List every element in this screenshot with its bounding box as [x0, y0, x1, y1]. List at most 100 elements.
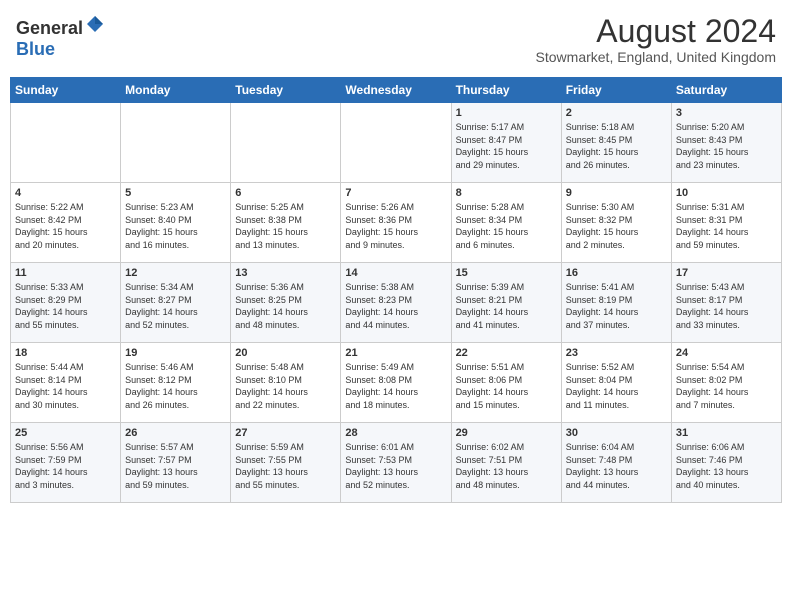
calendar-cell: 2 Sunrise: 5:18 AM Sunset: 8:45 PM Daylig…	[561, 103, 671, 183]
location-title: Stowmarket, England, United Kingdom	[536, 49, 776, 65]
day-info: Sunrise: 5:49 AM Sunset: 8:08 PM Dayligh…	[345, 361, 446, 411]
day-info: Sunrise: 5:20 AM Sunset: 8:43 PM Dayligh…	[676, 121, 777, 171]
day-info: Sunrise: 5:56 AM Sunset: 7:59 PM Dayligh…	[15, 441, 116, 491]
day-info: Sunrise: 5:25 AM Sunset: 8:38 PM Dayligh…	[235, 201, 336, 251]
calendar-cell: 26 Sunrise: 5:57 AM Sunset: 7:57 PM Dayli…	[121, 423, 231, 503]
day-number: 28	[345, 427, 446, 439]
day-info: Sunrise: 5:44 AM Sunset: 8:14 PM Dayligh…	[15, 361, 116, 411]
weekday-header-tuesday: Tuesday	[231, 78, 341, 103]
day-info: Sunrise: 5:26 AM Sunset: 8:36 PM Dayligh…	[345, 201, 446, 251]
day-info: Sunrise: 6:04 AM Sunset: 7:48 PM Dayligh…	[566, 441, 667, 491]
day-info: Sunrise: 5:46 AM Sunset: 8:12 PM Dayligh…	[125, 361, 226, 411]
day-info: Sunrise: 5:34 AM Sunset: 8:27 PM Dayligh…	[125, 281, 226, 331]
calendar-cell: 30 Sunrise: 6:04 AM Sunset: 7:48 PM Dayli…	[561, 423, 671, 503]
logo-blue: Blue	[16, 39, 55, 59]
day-info: Sunrise: 5:18 AM Sunset: 8:45 PM Dayligh…	[566, 121, 667, 171]
calendar-cell: 22 Sunrise: 5:51 AM Sunset: 8:06 PM Dayli…	[451, 343, 561, 423]
day-info: Sunrise: 6:02 AM Sunset: 7:51 PM Dayligh…	[456, 441, 557, 491]
day-info: Sunrise: 5:22 AM Sunset: 8:42 PM Dayligh…	[15, 201, 116, 251]
calendar-cell: 15Sunrise: 5:39 AM Sunset: 8:21 PM Dayli…	[451, 263, 561, 343]
calendar-cell: 24 Sunrise: 5:54 AM Sunset: 8:02 PM Dayli…	[671, 343, 781, 423]
day-info: Sunrise: 5:17 AM Sunset: 8:47 PM Dayligh…	[456, 121, 557, 171]
logo-icon	[85, 14, 105, 34]
calendar-cell	[11, 103, 121, 183]
day-info: Sunrise: 5:43 AM Sunset: 8:17 PM Dayligh…	[676, 281, 777, 331]
weekday-header-row: SundayMondayTuesdayWednesdayThursdayFrid…	[11, 78, 782, 103]
calendar-cell	[121, 103, 231, 183]
week-row-3: 11Sunrise: 5:33 AM Sunset: 8:29 PM Dayli…	[11, 263, 782, 343]
day-number: 27	[235, 427, 336, 439]
logo: General Blue	[16, 14, 105, 60]
day-number: 24	[676, 347, 777, 359]
weekday-header-monday: Monday	[121, 78, 231, 103]
weekday-header-wednesday: Wednesday	[341, 78, 451, 103]
calendar-cell: 4 Sunrise: 5:22 AM Sunset: 8:42 PM Daylig…	[11, 183, 121, 263]
day-number: 8	[456, 187, 557, 199]
day-number: 9	[566, 187, 667, 199]
weekday-header-friday: Friday	[561, 78, 671, 103]
day-number: 6	[235, 187, 336, 199]
day-number: 4	[15, 187, 116, 199]
month-title: August 2024	[536, 14, 776, 49]
calendar-cell: 25 Sunrise: 5:56 AM Sunset: 7:59 PM Dayli…	[11, 423, 121, 503]
day-info: Sunrise: 5:23 AM Sunset: 8:40 PM Dayligh…	[125, 201, 226, 251]
day-number: 30	[566, 427, 667, 439]
day-info: Sunrise: 5:57 AM Sunset: 7:57 PM Dayligh…	[125, 441, 226, 491]
calendar-cell: 11Sunrise: 5:33 AM Sunset: 8:29 PM Dayli…	[11, 263, 121, 343]
calendar-cell: 28 Sunrise: 6:01 AM Sunset: 7:53 PM Dayli…	[341, 423, 451, 503]
week-row-1: 1 Sunrise: 5:17 AM Sunset: 8:47 PM Daylig…	[11, 103, 782, 183]
logo-general: General	[16, 18, 83, 38]
day-number: 2	[566, 107, 667, 119]
day-info: Sunrise: 5:30 AM Sunset: 8:32 PM Dayligh…	[566, 201, 667, 251]
day-number: 22	[456, 347, 557, 359]
page-header: General Blue August 2024 Stowmarket, Eng…	[10, 10, 782, 69]
day-number: 18	[15, 347, 116, 359]
calendar-cell: 14 Sunrise: 5:38 AM Sunset: 8:23 PM Dayli…	[341, 263, 451, 343]
calendar-cell: 27 Sunrise: 5:59 AM Sunset: 7:55 PM Dayli…	[231, 423, 341, 503]
day-info: Sunrise: 5:54 AM Sunset: 8:02 PM Dayligh…	[676, 361, 777, 411]
calendar-cell: 17 Sunrise: 5:43 AM Sunset: 8:17 PM Dayli…	[671, 263, 781, 343]
week-row-5: 25 Sunrise: 5:56 AM Sunset: 7:59 PM Dayli…	[11, 423, 782, 503]
day-number: 3	[676, 107, 777, 119]
calendar-cell: 7 Sunrise: 5:26 AM Sunset: 8:36 PM Daylig…	[341, 183, 451, 263]
day-number: 14	[345, 267, 446, 279]
day-info: Sunrise: 5:48 AM Sunset: 8:10 PM Dayligh…	[235, 361, 336, 411]
calendar-cell: 6 Sunrise: 5:25 AM Sunset: 8:38 PM Daylig…	[231, 183, 341, 263]
day-number: 16	[566, 267, 667, 279]
calendar-cell: 10Sunrise: 5:31 AM Sunset: 8:31 PM Dayli…	[671, 183, 781, 263]
calendar-cell	[341, 103, 451, 183]
title-area: August 2024 Stowmarket, England, United …	[536, 14, 776, 65]
day-number: 13	[235, 267, 336, 279]
calendar-cell: 20 Sunrise: 5:48 AM Sunset: 8:10 PM Dayli…	[231, 343, 341, 423]
day-number: 25	[15, 427, 116, 439]
day-info: Sunrise: 5:36 AM Sunset: 8:25 PM Dayligh…	[235, 281, 336, 331]
day-number: 17	[676, 267, 777, 279]
calendar-cell: 16 Sunrise: 5:41 AM Sunset: 8:19 PM Dayli…	[561, 263, 671, 343]
day-number: 1	[456, 107, 557, 119]
calendar-cell: 18 Sunrise: 5:44 AM Sunset: 8:14 PM Dayli…	[11, 343, 121, 423]
day-info: Sunrise: 5:51 AM Sunset: 8:06 PM Dayligh…	[456, 361, 557, 411]
calendar-cell: 29 Sunrise: 6:02 AM Sunset: 7:51 PM Dayli…	[451, 423, 561, 503]
calendar-table: SundayMondayTuesdayWednesdayThursdayFrid…	[10, 77, 782, 503]
day-info: Sunrise: 6:06 AM Sunset: 7:46 PM Dayligh…	[676, 441, 777, 491]
day-number: 20	[235, 347, 336, 359]
weekday-header-sunday: Sunday	[11, 78, 121, 103]
day-info: Sunrise: 5:39 AM Sunset: 8:21 PM Dayligh…	[456, 281, 557, 331]
week-row-4: 18 Sunrise: 5:44 AM Sunset: 8:14 PM Dayli…	[11, 343, 782, 423]
day-number: 31	[676, 427, 777, 439]
day-number: 29	[456, 427, 557, 439]
calendar-cell: 23Sunrise: 5:52 AM Sunset: 8:04 PM Dayli…	[561, 343, 671, 423]
day-number: 26	[125, 427, 226, 439]
calendar-cell: 13 Sunrise: 5:36 AM Sunset: 8:25 PM Dayli…	[231, 263, 341, 343]
day-info: Sunrise: 5:41 AM Sunset: 8:19 PM Dayligh…	[566, 281, 667, 331]
calendar-cell: 5Sunrise: 5:23 AM Sunset: 8:40 PM Daylig…	[121, 183, 231, 263]
day-number: 12	[125, 267, 226, 279]
day-info: Sunrise: 6:01 AM Sunset: 7:53 PM Dayligh…	[345, 441, 446, 491]
calendar-cell: 9 Sunrise: 5:30 AM Sunset: 8:32 PM Daylig…	[561, 183, 671, 263]
calendar-cell: 1 Sunrise: 5:17 AM Sunset: 8:47 PM Daylig…	[451, 103, 561, 183]
day-info: Sunrise: 5:59 AM Sunset: 7:55 PM Dayligh…	[235, 441, 336, 491]
day-number: 21	[345, 347, 446, 359]
day-info: Sunrise: 5:38 AM Sunset: 8:23 PM Dayligh…	[345, 281, 446, 331]
day-number: 7	[345, 187, 446, 199]
day-info: Sunrise: 5:28 AM Sunset: 8:34 PM Dayligh…	[456, 201, 557, 251]
